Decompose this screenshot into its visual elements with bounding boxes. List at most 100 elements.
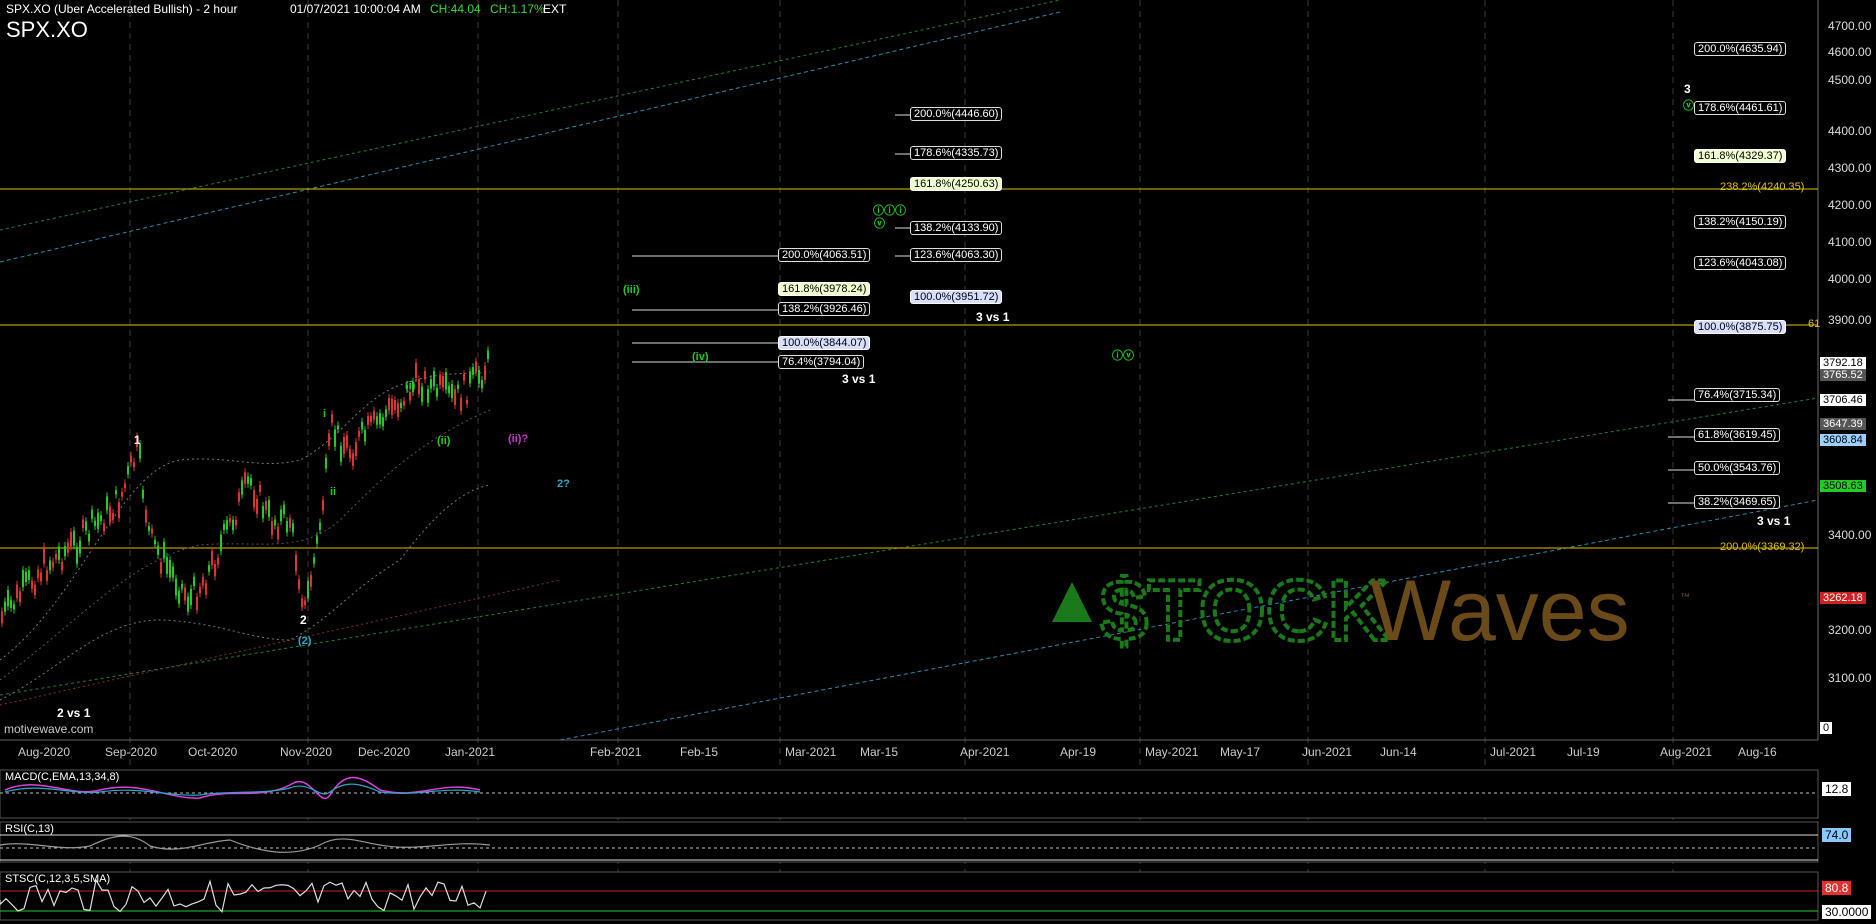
annotation-3-vs-1-a: 3 vs 1 [842,372,876,386]
candle-body [94,520,96,526]
rsi-panel[interactable] [0,821,1819,863]
candle-body [241,480,243,495]
time-tick-label: Jun-2021 [1302,745,1353,759]
price-badge: 3262.18 [1820,592,1866,604]
candle-body [301,598,303,608]
fib-box: 200.0%(4063.51) [778,248,871,262]
candle-body [247,476,249,484]
wave-iv-label: (iv) [692,351,709,363]
price-badge: 3647.39 [1820,418,1866,430]
candle-body [355,442,357,457]
candle-body [439,374,441,386]
candle-body [364,430,366,442]
candle-body [214,563,216,577]
annotation-2-vs-1: 2 vs 1 [57,706,91,720]
candle-body [130,456,132,463]
chart-canvas[interactable] [0,0,1876,924]
time-tick-label: Mar-15 [860,745,899,759]
fib-box: 100.0%(3844.07) [778,336,871,350]
candle-body [91,509,93,519]
wave-2-question-label: 2? [557,478,570,490]
wave-ii-label: (ii) [437,435,451,447]
candle-body [481,380,483,389]
candle-body [313,557,315,564]
time-tick-label: Jul-2021 [1490,745,1537,759]
candle-body [394,399,396,410]
stockwaves-logo: $TOCK Waves ™ [1050,561,1700,690]
candle-body [424,371,426,380]
candle-body [226,519,228,530]
price-badge: 3706.46 [1820,394,1866,406]
candle-body [145,509,147,523]
candle-body [271,521,273,536]
price-tick-label: 4400.00 [1828,124,1872,138]
candle-body [262,506,264,519]
time-tick-label: Jun-14 [1380,745,1417,759]
candle-body [385,409,387,417]
price-tick-label: 4700.00 [1828,19,1872,33]
macd-panel[interactable] [0,769,1819,819]
fib-box: 76.4%(3794.04) [778,355,865,369]
candle-body [427,389,429,403]
candle-body [403,400,405,406]
annotation-3-vs-1-c: 3 vs 1 [1757,514,1791,528]
candle-body [358,431,360,437]
candle-body [331,414,333,423]
candle-body [10,599,12,608]
price-badge: 3765.52 [1820,369,1866,381]
candle-body [397,402,399,417]
candle-body [379,413,381,425]
price-badge: 3508.63 [1820,480,1866,492]
candle-body [445,372,447,390]
candle-body [316,536,318,544]
candle-body [106,496,108,511]
fib-box: 100.0%(3875.75) [1694,320,1787,334]
price-tick-label: 4100.00 [1828,235,1872,249]
logo-waves-text: Waves [1370,570,1630,659]
wave-circle-v-top-label: ⓥ [1683,100,1694,112]
candle-body [172,566,174,578]
symbol-large: SPX.XO [6,17,88,42]
time-tick-label: Aug-2021 [1660,745,1713,759]
wave-3-label: 3 [1684,82,1691,96]
price-badge: 3792.18 [1820,357,1866,369]
chart-title: SPX.XO (Uber Accelerated Bullish) - 2 ho… [6,2,238,16]
candle-body [49,560,51,571]
candle-body [73,530,75,546]
candle-body [409,392,411,401]
wave-1-label: 1 [134,433,141,447]
candle-body [76,546,78,564]
wave-iii-label: (iii) [623,284,640,296]
yellow-fib-label: 238.2%(4240.35) [1720,181,1805,193]
candle-body [256,498,258,515]
fib-box: 138.2%(4150.19) [1694,215,1787,229]
yellow-fib-label: 200.0%(3369.32) [1720,541,1805,553]
candle-body [40,572,42,582]
candle-body [433,371,435,387]
price-tick-label: 3100.00 [1828,671,1872,685]
candle-body [418,379,420,394]
logo-tm: ™ [1680,592,1690,603]
time-tick-label: Jul-19 [1567,745,1600,759]
candle-body [127,466,129,475]
candle-body [454,389,456,405]
candle-body [322,499,324,511]
candle-body [118,502,120,519]
stoch-panel[interactable] [0,871,1819,921]
wave-i-label: (i) [405,380,416,392]
price-tick-label: 3200.00 [1828,623,1872,637]
candle-body [232,519,234,531]
candle-body [235,519,237,526]
candle-body [124,483,126,489]
candle-body [4,601,6,612]
candle-body [31,580,33,589]
watermark: motivewave.com [4,722,94,736]
macd-label: MACD(C,EMA,13,34,8) [5,771,120,783]
candle-body [208,565,210,572]
stoch-value-low: 30.0000 [1822,905,1872,919]
candle-body [292,523,294,533]
time-tick-label: Feb-2021 [590,745,642,759]
change-percent: CH:1.17% [490,2,545,16]
fib-box: 123.6%(4043.08) [1694,256,1787,270]
candle-body [121,491,123,497]
